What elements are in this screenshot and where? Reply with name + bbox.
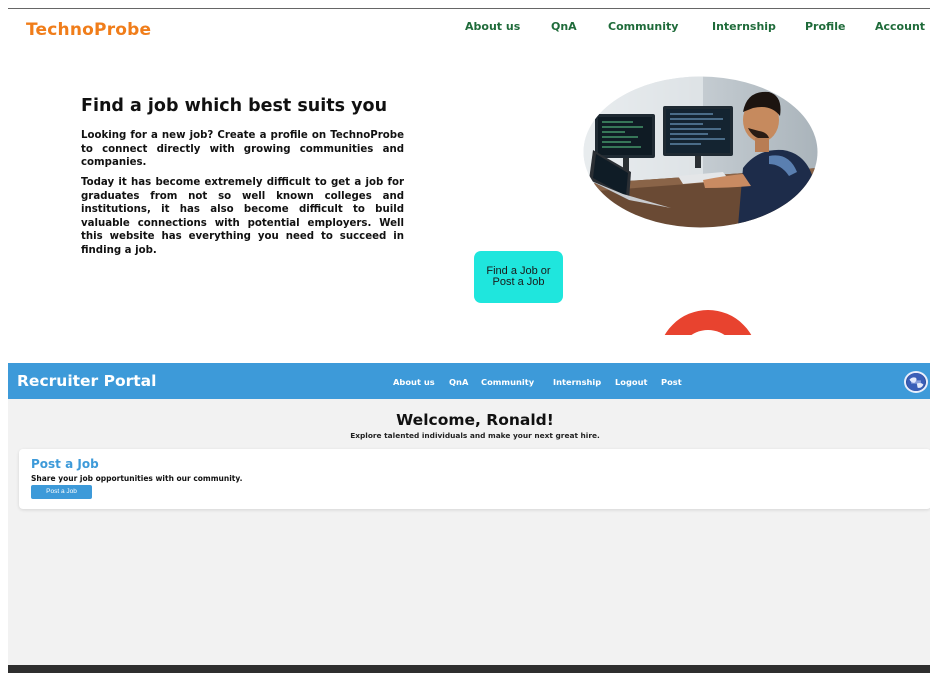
post-job-card-title: Post a Job	[31, 457, 99, 471]
portal-nav-qna[interactable]: QnA	[449, 377, 468, 387]
post-job-button[interactable]: Post a Job	[31, 485, 92, 499]
post-job-card: Post a Job Share your job opportunities …	[19, 449, 930, 509]
portal-nav-logout[interactable]: Logout	[615, 377, 648, 387]
decorative-red-arc	[637, 289, 779, 335]
technoprobe-page: TechnoProbe About us QnA Community Inter…	[8, 0, 930, 335]
brand-logo[interactable]: TechnoProbe	[26, 20, 151, 40]
hero-paragraph-intro: Looking for a new job? Create a profile …	[81, 130, 404, 168]
portal-title[interactable]: Recruiter Portal	[17, 372, 156, 390]
nav-internship[interactable]: Internship	[712, 20, 776, 33]
portal-nav-community[interactable]: Community	[481, 377, 534, 387]
find-or-post-job-button[interactable]: Find a Job or Post a Job	[474, 251, 563, 303]
post-job-card-description: Share your job opportunities with our co…	[31, 474, 243, 483]
nav-profile[interactable]: Profile	[805, 20, 845, 33]
nav-account[interactable]: Account	[875, 20, 925, 33]
portal-footer	[8, 665, 930, 673]
hero-image	[583, 76, 818, 228]
nav-community[interactable]: Community	[608, 20, 678, 33]
welcome-heading: Welcome, Ronald!	[396, 411, 554, 429]
hero-title: Find a job which best suits you	[81, 96, 388, 116]
welcome-subtitle: Explore talented individuals and make yo…	[350, 431, 600, 440]
portal-nav-internship[interactable]: Internship	[553, 377, 601, 387]
globe-avatar-icon[interactable]	[904, 371, 928, 393]
nav-about-us[interactable]: About us	[465, 20, 520, 33]
portal-nav-about-us[interactable]: About us	[393, 377, 435, 387]
portal-header: Recruiter Portal About us QnA Community …	[8, 363, 930, 399]
hero-paragraph-details: Today it has become extremely difficult …	[81, 177, 404, 256]
portal-nav-post[interactable]: Post	[661, 377, 682, 387]
nav-qna[interactable]: QnA	[551, 20, 577, 33]
cta-label: Find a Job or Post a Job	[486, 264, 551, 288]
top-divider	[8, 8, 930, 9]
recruiter-portal-page: Recruiter Portal About us QnA Community …	[8, 363, 930, 673]
